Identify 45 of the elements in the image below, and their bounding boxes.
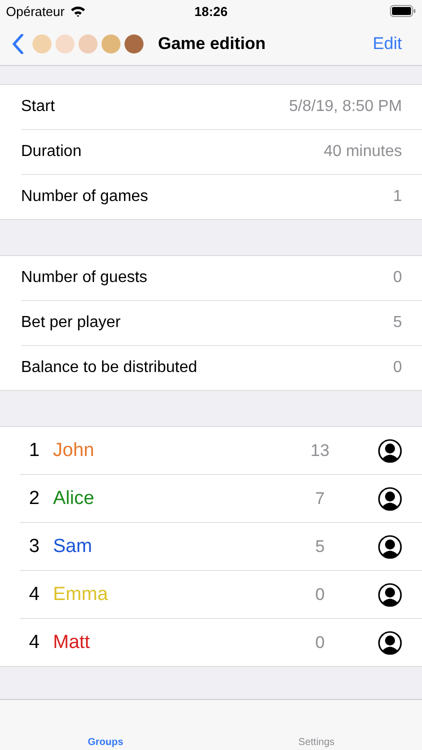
clock-time: 18:26 [194,4,228,18]
row-label: Bet per player [21,314,121,332]
battery-icon [390,5,416,17]
rank-number: 2 [29,488,39,510]
person-icon [378,438,402,462]
row-value: 0 [393,269,402,287]
person-icon [378,534,402,558]
wifi-icon [70,5,86,17]
player-score: 7 [314,488,326,508]
rank-number: 4 [29,632,39,654]
player-name: John [53,440,96,462]
edit-button[interactable]: Edit [364,32,410,56]
row-value: 0 [393,359,402,377]
player-name: Emma [53,584,109,606]
carrier-text: Opérateur [6,4,65,18]
player-row[interactable]: 4 Emma 0 [20,571,422,619]
player-row[interactable]: 4 Matt 0 [20,619,422,666]
player-name: Alice [53,488,96,510]
player-score: 0 [314,584,326,604]
row-label: Start [21,98,55,116]
player-row[interactable]: 2 Alice 7 [20,475,422,523]
person-icon [378,630,402,654]
player-row[interactable]: 1 John 13 [20,427,422,475]
tab[interactable]: Groups [0,737,211,750]
row-label: Number of games [21,188,148,206]
row-value: 40 minutes [324,143,402,161]
rank-number: 4 [29,584,39,606]
row-value: 1 [393,188,402,206]
person-icon [378,582,402,606]
back-chevron-icon [12,34,24,54]
row-label: Balance to be distributed [21,359,198,377]
row-value: 5/8/19, 8:50 PM [289,98,402,116]
person-icon [378,486,402,510]
player-name: Matt [53,632,91,654]
player-name: Sam [53,536,94,558]
player-row[interactable]: 3 Sam 5 [20,523,422,571]
rank-number: 3 [29,536,39,558]
player-score: 5 [314,536,326,556]
player-score: 0 [314,632,326,652]
player-score: 13 [310,440,330,460]
row-label: Duration [21,143,82,161]
rank-number: 1 [29,440,39,462]
row-value: 5 [393,314,402,332]
nav-title: Game edition [158,34,267,54]
row-label: Number of guests [21,269,148,287]
